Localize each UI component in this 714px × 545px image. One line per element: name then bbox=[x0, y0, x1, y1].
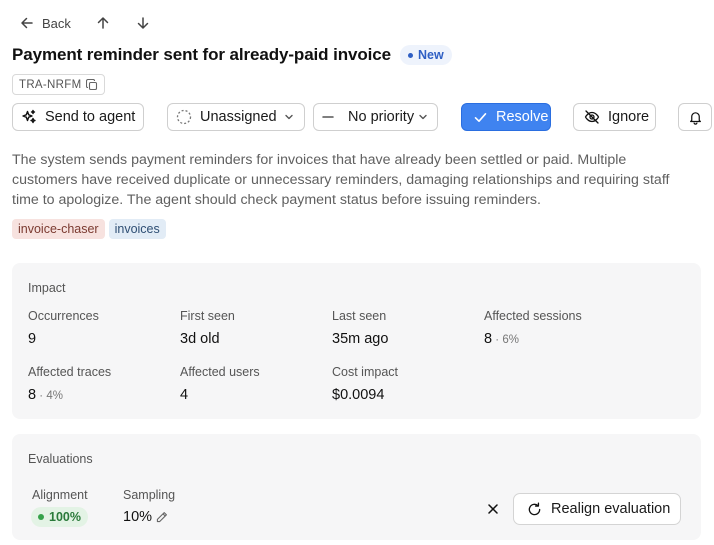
metric-separator: · bbox=[36, 390, 47, 402]
ignore-label: Ignore bbox=[608, 109, 650, 125]
metric-label: First seen bbox=[180, 309, 235, 323]
metric-value: 8 · 6% bbox=[484, 331, 582, 347]
assignee-select[interactable]: Unassigned bbox=[167, 103, 305, 131]
ignore-button[interactable]: Ignore bbox=[573, 103, 656, 131]
arrow-up-icon bbox=[97, 17, 109, 29]
metric-separator: · bbox=[492, 334, 503, 346]
chevron-down-icon bbox=[285, 114, 293, 120]
send-to-agent-button[interactable]: Send to agent bbox=[12, 103, 144, 131]
metric-label: Last seen bbox=[332, 309, 387, 323]
top-navigation: Back bbox=[20, 12, 71, 34]
arrow-left-icon bbox=[21, 17, 33, 29]
dismiss-evaluation-button[interactable] bbox=[486, 502, 500, 516]
metric-affected-users: Affected users 4 bbox=[180, 365, 260, 403]
unassigned-user-icon bbox=[176, 109, 192, 125]
evaluations-card: Evaluations Alignment 100% Sampling 10% … bbox=[12, 434, 701, 540]
issue-description: The system sends payment reminders for i… bbox=[12, 152, 670, 208]
metric-affected-sessions: Affected sessions 8 · 6% bbox=[484, 309, 582, 347]
impact-card: Impact Occurrences 9 First seen 3d old L… bbox=[12, 263, 701, 419]
metric-label: Occurrences bbox=[28, 309, 99, 323]
metric-affected-traces: Affected traces 8 · 4% bbox=[28, 365, 111, 403]
issue-header: Payment reminder sent for already-paid i… bbox=[12, 45, 452, 65]
chevron-down-icon bbox=[419, 114, 427, 120]
alignment-value-wrap: 100% bbox=[31, 507, 88, 527]
next-issue-button[interactable] bbox=[135, 15, 151, 31]
tag-invoices[interactable]: invoices bbox=[108, 219, 166, 239]
bell-icon bbox=[689, 111, 701, 125]
metric-alignment: Alignment 100% bbox=[31, 488, 88, 527]
metric-label: Cost impact bbox=[332, 365, 398, 379]
metric-cost-impact: Cost impact $0.0094 bbox=[332, 365, 398, 403]
metric-value: $0.0094 bbox=[332, 387, 385, 403]
metric-count: 8 bbox=[484, 331, 493, 347]
back-button[interactable]: Back bbox=[20, 16, 71, 31]
no-priority-icon bbox=[322, 116, 334, 118]
metric-percent: 4% bbox=[46, 390, 63, 402]
priority-select[interactable]: No priority bbox=[313, 103, 438, 131]
metric-sampling: Sampling 10% bbox=[123, 488, 175, 525]
close-icon bbox=[488, 504, 498, 514]
metric-label: Affected users bbox=[180, 365, 260, 379]
arrow-down-icon bbox=[137, 17, 149, 29]
metric-value: 35m ago bbox=[332, 331, 389, 347]
metric-label: Sampling bbox=[123, 488, 176, 502]
refresh-icon bbox=[528, 501, 541, 515]
success-dot-icon bbox=[38, 514, 44, 520]
metric-last-seen: Last seen 35m ago bbox=[332, 309, 388, 347]
tag-invoice-chaser[interactable]: invoice-chaser bbox=[12, 219, 105, 239]
metric-value: 4 bbox=[180, 387, 189, 403]
metric-value: 9 bbox=[28, 331, 37, 347]
priority-value: No priority bbox=[348, 109, 415, 125]
impact-title: Impact bbox=[28, 281, 66, 295]
resolve-label: Resolve bbox=[496, 109, 549, 125]
metric-label: Affected sessions bbox=[484, 309, 582, 323]
status-badge-label: New bbox=[417, 48, 444, 62]
metric-value: 3d old bbox=[180, 331, 220, 347]
evaluations-title: Evaluations bbox=[28, 452, 93, 466]
status-badge: New bbox=[399, 45, 452, 65]
check-icon bbox=[474, 112, 487, 122]
sampling-value-wrap: 10% bbox=[123, 509, 175, 525]
realign-evaluation-label: Realign evaluation bbox=[551, 501, 671, 517]
sampling-value: 10% bbox=[123, 509, 153, 525]
metric-label: Alignment bbox=[32, 488, 88, 502]
issue-id: TRA-NRFM bbox=[19, 78, 82, 91]
subscribe-button[interactable] bbox=[678, 103, 712, 131]
metric-percent: 6% bbox=[502, 334, 519, 346]
realign-evaluation-button[interactable]: Realign evaluation bbox=[513, 493, 681, 525]
alignment-value: 100% bbox=[49, 510, 81, 524]
eye-off-icon bbox=[584, 110, 600, 124]
alignment-badge: 100% bbox=[31, 507, 88, 527]
back-label: Back bbox=[42, 15, 71, 31]
metric-label: Affected traces bbox=[28, 365, 112, 379]
issue-toolbar: Send to agent Unassigned No priority Res… bbox=[0, 103, 714, 131]
metric-first-seen: First seen 3d old bbox=[180, 309, 235, 347]
metric-occurrences: Occurrences 9 bbox=[28, 309, 99, 347]
metric-count: 8 bbox=[28, 387, 37, 403]
sparkles-icon bbox=[22, 109, 36, 124]
assignee-value: Unassigned bbox=[200, 109, 277, 125]
send-to-agent-label: Send to agent bbox=[45, 109, 136, 125]
metric-value: 8 · 4% bbox=[28, 387, 111, 403]
page-title: Payment reminder sent for already-paid i… bbox=[12, 45, 391, 64]
pencil-icon[interactable] bbox=[156, 511, 168, 523]
status-dot-icon bbox=[407, 52, 413, 58]
tag-list: invoice-chaser invoices bbox=[12, 219, 166, 239]
copy-icon[interactable] bbox=[86, 78, 98, 91]
resolve-button[interactable]: Resolve bbox=[461, 103, 551, 131]
issue-id-chip[interactable]: TRA-NRFM bbox=[12, 74, 106, 95]
previous-issue-button[interactable] bbox=[95, 15, 111, 31]
